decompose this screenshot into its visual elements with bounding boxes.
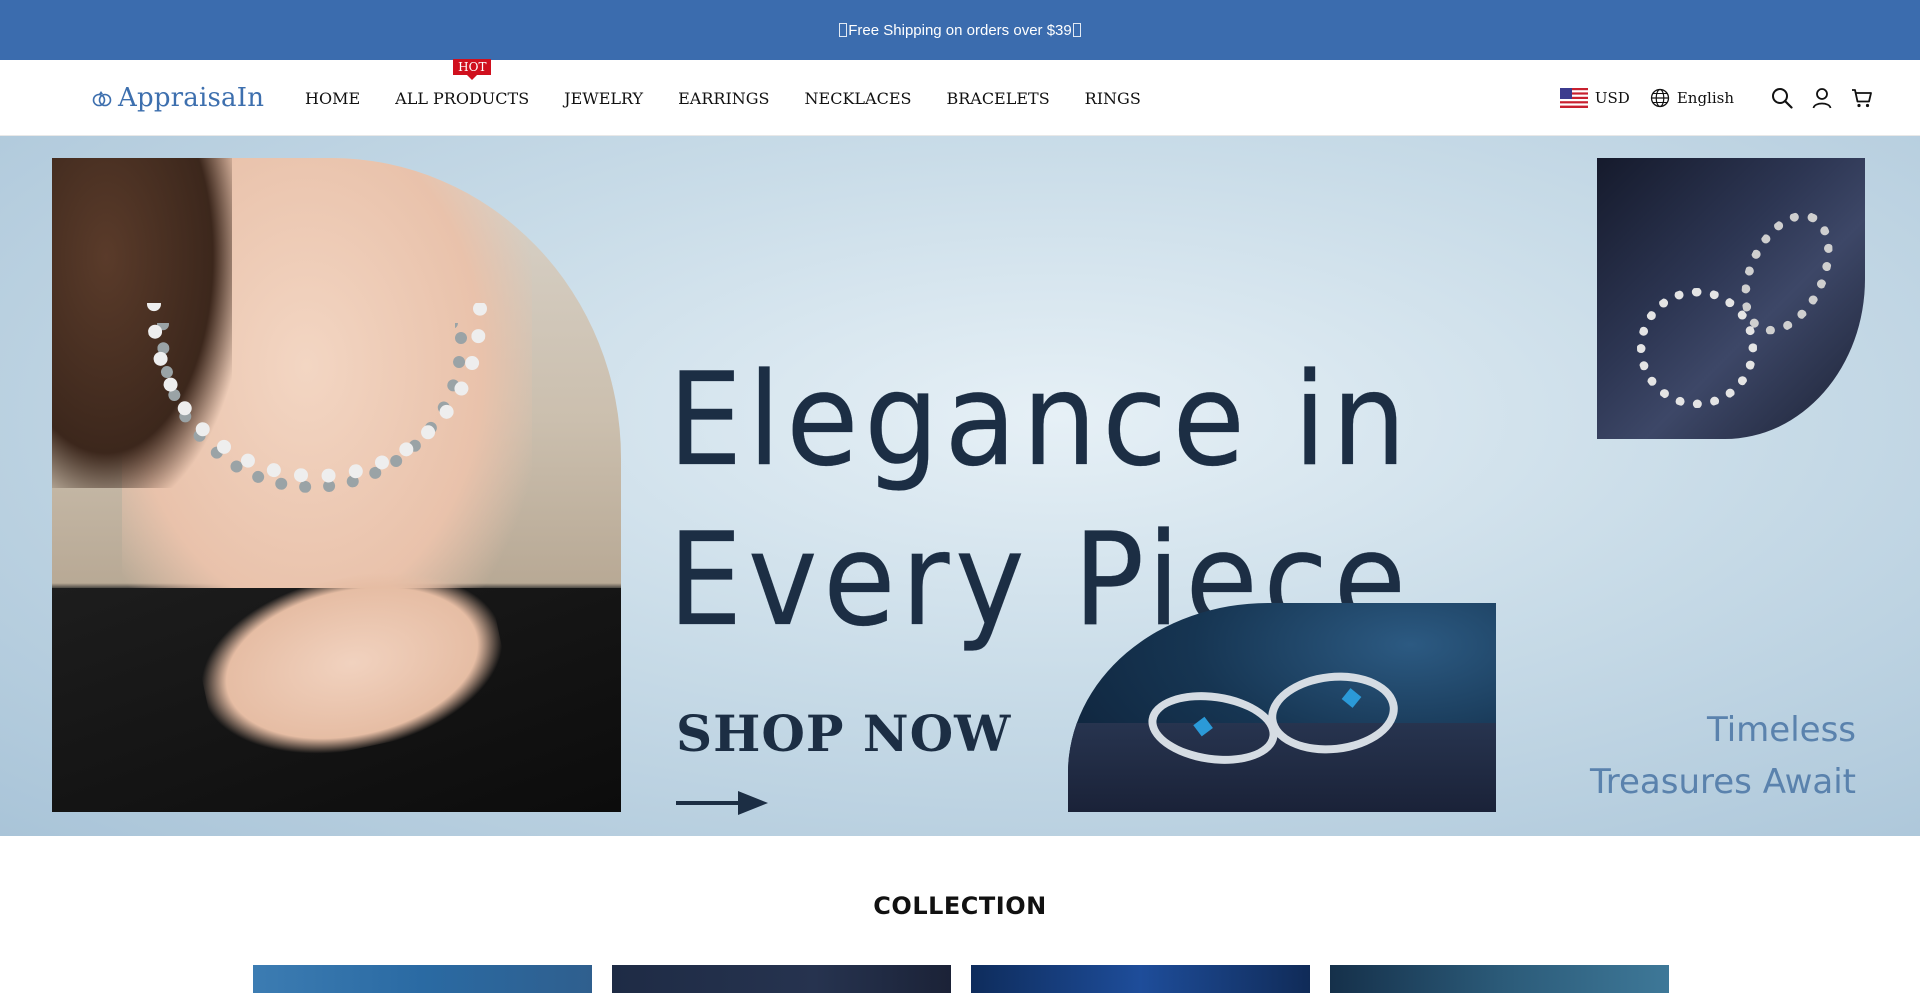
nav-rings[interactable]: RINGS: [1085, 89, 1141, 108]
nav-home-label: HOME: [305, 88, 361, 108]
hero-tagline: Timeless Treasures Await: [1590, 704, 1856, 808]
bracelets-photo: [1597, 158, 1865, 439]
nav-home[interactable]: HOME: [305, 89, 360, 108]
language-selector[interactable]: English: [1650, 88, 1734, 108]
nav-all-products-label: ALL PRODUCTS: [395, 88, 530, 108]
nav-necklaces[interactable]: NECKLACES: [805, 89, 912, 108]
search-button[interactable]: [1770, 86, 1794, 110]
announcement-text: Free Shipping on orders over $39: [848, 21, 1072, 39]
collection-card[interactable]: [971, 965, 1310, 993]
site-header: AppraisaIn HOME HOT ALL PRODUCTS JEWELRY…: [0, 58, 1920, 136]
currency-label: USD: [1594, 89, 1630, 107]
announcement-bar: Free Shipping on orders over $39: [0, 0, 1920, 60]
collection-card[interactable]: [253, 965, 592, 993]
collection-card[interactable]: [1330, 965, 1669, 993]
ring-right-stone: [1341, 688, 1362, 708]
cart-icon: [1852, 89, 1872, 108]
hot-badge: HOT: [453, 58, 492, 80]
logo[interactable]: AppraisaIn: [90, 78, 264, 118]
nav-necklaces-label: NECKLACES: [804, 88, 912, 108]
rings-logo-icon: [92, 91, 112, 107]
collection-title: COLLECTION: [873, 892, 1047, 920]
nav-bracelets-label: BRACELETS: [946, 88, 1050, 108]
cart-button[interactable]: [1850, 86, 1874, 110]
nav-bracelets[interactable]: BRACELETS: [946, 89, 1049, 108]
currency-selector[interactable]: USD: [1559, 88, 1630, 108]
ring-left-stone: [1193, 716, 1213, 737]
language-label: English: [1676, 89, 1734, 107]
hero-tagline-line2: Treasures Await: [1590, 762, 1856, 802]
logo-text: AppraisaIn: [118, 83, 265, 113]
account-button[interactable]: [1810, 86, 1834, 110]
nav-earrings-label: EARRINGS: [678, 88, 770, 108]
hero-title-line1: Elegance in: [668, 346, 1412, 495]
nav-earrings[interactable]: EARRINGS: [678, 89, 769, 108]
collection-card[interactable]: [612, 965, 951, 993]
nav-all-products[interactable]: HOT ALL PRODUCTS: [395, 58, 530, 108]
shop-now-button[interactable]: SHOP NOW: [676, 704, 1011, 763]
arrow-right-icon[interactable]: [676, 789, 768, 817]
hero-banner[interactable]: Elegance in Every Piece SHOP NOW Timeles…: [0, 136, 1920, 836]
us-flag-icon: [1559, 88, 1588, 108]
hero-tagline-line1: Timeless: [1707, 710, 1856, 750]
globe-icon: [1650, 88, 1669, 108]
main-nav: HOME HOT ALL PRODUCTS JEWELRY EARRINGS N…: [305, 58, 1176, 136]
collection-grid: [253, 965, 1669, 993]
nav-jewelry[interactable]: JEWELRY: [564, 89, 643, 108]
nav-jewelry-label: JEWELRY: [564, 88, 644, 108]
nav-rings-label: RINGS: [1084, 88, 1141, 108]
model-photo: [52, 158, 621, 812]
glyph-placeholder-left: [839, 23, 848, 37]
header-tools: USD English: [1559, 60, 1874, 136]
search-icon: [1772, 88, 1793, 109]
account-icon: [1812, 88, 1832, 109]
glyph-placeholder-right: [1072, 23, 1081, 37]
pearl-bracelet-left: [1637, 288, 1757, 408]
